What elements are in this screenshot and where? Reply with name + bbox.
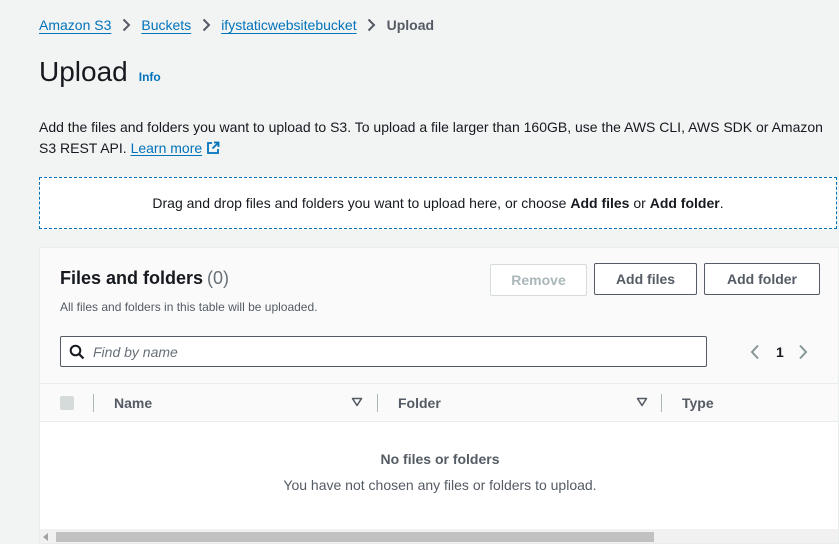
breadcrumb-buckets[interactable]: Buckets — [141, 17, 191, 33]
files-and-folders-panel: Files and folders (0) All files and folde… — [39, 247, 839, 544]
caret-down-icon[interactable] — [351, 397, 363, 407]
horizontal-scrollbar[interactable] — [40, 529, 838, 543]
search-icon — [69, 344, 85, 360]
chevron-right-icon — [357, 18, 387, 32]
empty-state-title: No files or folders — [380, 451, 500, 467]
page-number[interactable]: 1 — [776, 344, 784, 360]
chevron-right-icon — [191, 18, 221, 32]
column-divider — [93, 394, 94, 412]
scrollbar-thumb[interactable] — [56, 532, 654, 542]
empty-state-message: You have not chosen any files or folders… — [283, 477, 597, 493]
dropzone-prefix: Drag and drop files and folders you want… — [152, 195, 567, 211]
scroll-left-arrow-icon[interactable] — [43, 533, 49, 541]
chevron-right-icon[interactable] — [794, 344, 812, 360]
dropzone-add-files: Add files — [570, 195, 630, 211]
panel-title: Files and folders (0) — [60, 268, 229, 289]
file-count: (0) — [207, 268, 230, 288]
column-header-type[interactable]: Type — [682, 395, 714, 411]
panel-header: Files and folders (0) All files and folde… — [40, 248, 838, 384]
dropzone-text: Drag and drop files and folders you want… — [152, 195, 723, 211]
search-field — [60, 336, 707, 367]
dropzone-add-folder: Add folder — [649, 195, 720, 211]
learn-more-link[interactable]: Learn more — [131, 140, 221, 156]
page-description: Add the files and folders you want to up… — [39, 117, 839, 161]
page-title: Upload — [39, 56, 128, 87]
breadcrumb: Amazon S3 Buckets ifystaticwebsitebucket… — [39, 15, 434, 35]
breadcrumb-amazon-s3[interactable]: Amazon S3 — [39, 17, 111, 33]
learn-more-label: Learn more — [130, 140, 203, 156]
column-header-folder[interactable]: Folder — [398, 395, 441, 411]
breadcrumb-bucket-name[interactable]: ifystaticwebsitebucket — [221, 17, 356, 33]
add-files-button[interactable]: Add files — [594, 263, 697, 295]
search-input[interactable] — [91, 342, 706, 361]
panel-title-text: Files and folders — [60, 268, 204, 288]
column-divider — [377, 394, 378, 412]
breadcrumb-current: Upload — [386, 17, 435, 33]
table-header: Name Folder Type — [40, 384, 838, 422]
upload-dropzone[interactable]: Drag and drop files and folders you want… — [39, 177, 837, 229]
info-link[interactable]: Info — [139, 70, 161, 84]
chevron-right-icon — [111, 18, 141, 32]
caret-down-icon[interactable] — [636, 397, 648, 407]
add-folder-button[interactable]: Add folder — [704, 263, 820, 295]
remove-button[interactable]: Remove — [490, 264, 587, 296]
chevron-left-icon[interactable] — [746, 344, 764, 360]
upload-page: Amazon S3 Buckets ifystaticwebsitebucket… — [0, 0, 839, 544]
panel-subtitle: All files and folders in this table will… — [60, 300, 318, 314]
pagination: 1 — [746, 340, 812, 364]
external-link-icon — [206, 140, 220, 161]
select-all-checkbox[interactable] — [60, 396, 74, 410]
dropzone-suffix: . — [719, 195, 724, 211]
column-divider — [661, 394, 662, 412]
column-header-name[interactable]: Name — [114, 395, 152, 411]
page-header: Upload Info — [39, 56, 161, 88]
dropzone-or: or — [633, 195, 646, 211]
